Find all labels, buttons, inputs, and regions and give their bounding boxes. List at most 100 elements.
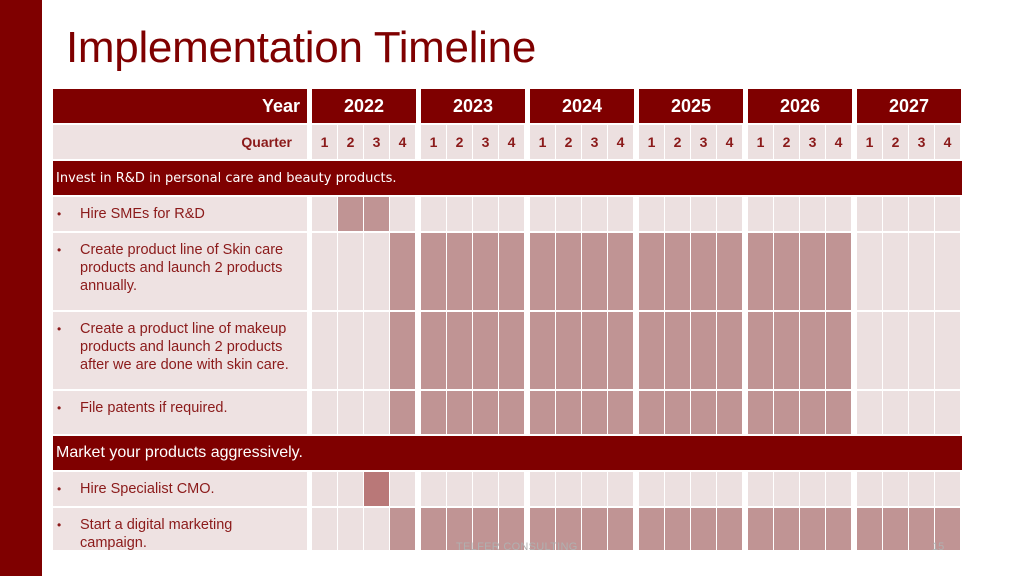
- timeline-cell: [499, 472, 524, 506]
- timeline-cell-active: [390, 508, 415, 550]
- timeline-cell-active: [421, 508, 446, 550]
- quarter-cell: 4: [390, 125, 415, 159]
- timeline-cell: [774, 472, 799, 506]
- timeline-cell-active: [447, 233, 472, 310]
- timeline-cell: [364, 312, 389, 389]
- timeline-cell-active: [774, 233, 799, 310]
- quarter-cell: 1: [639, 125, 664, 159]
- timeline-cell-active: [499, 312, 524, 389]
- bullet-icon: •: [57, 482, 62, 496]
- task-label: Hire Specialist CMO.: [80, 481, 215, 497]
- timeline-cell: [338, 391, 363, 434]
- timeline-cell-active: [665, 233, 690, 310]
- task-label-cell: • Create a product line of makeup product…: [53, 312, 307, 389]
- timeline-cell: [639, 472, 664, 506]
- timeline-cell: [883, 197, 908, 231]
- task-label-cell: • File patents if required.: [53, 391, 307, 434]
- timeline-cell-active: [691, 508, 716, 550]
- timeline-cell: [857, 233, 882, 310]
- timeline-cell: [909, 472, 934, 506]
- timeline-cell: [748, 472, 773, 506]
- timeline-cell: [312, 197, 337, 231]
- timeline-cell-active: [608, 233, 633, 310]
- timeline-cell-active: [826, 233, 851, 310]
- timeline-cell-active: [691, 391, 716, 434]
- timeline-cell-active: [582, 312, 607, 389]
- task-row: • Hire Specialist CMO.: [53, 472, 962, 506]
- timeline-cell-active: [665, 391, 690, 434]
- timeline-cell: [935, 472, 960, 506]
- timeline-cell: [883, 312, 908, 389]
- timeline-cell-active: [691, 312, 716, 389]
- timeline-cell: [935, 391, 960, 434]
- side-accent-bar: [0, 0, 42, 576]
- timeline-cell-active: [774, 508, 799, 550]
- quarter-cell: 1: [857, 125, 882, 159]
- task-label: Create a product line of makeup products…: [80, 321, 289, 373]
- timeline-cell-active: [748, 233, 773, 310]
- task-row: • File patents if required.: [53, 391, 962, 434]
- timeline-cell: [473, 472, 498, 506]
- quarter-cell: 4: [935, 125, 960, 159]
- timeline-cell-active: [800, 508, 825, 550]
- year-header-2024: 2024: [530, 89, 634, 123]
- quarter-cell: 4: [717, 125, 742, 159]
- timeline-cell-active: [717, 312, 742, 389]
- timeline-cell: [447, 197, 472, 231]
- timeline-cell-active: [447, 312, 472, 389]
- section-header: Invest in R&D in personal care and beaut…: [53, 161, 962, 195]
- quarter-cell: 1: [530, 125, 555, 159]
- timeline-cell-active: [530, 312, 555, 389]
- quarter-cell: 3: [473, 125, 498, 159]
- timeline-cell: [556, 197, 581, 231]
- quarter-cell: 3: [582, 125, 607, 159]
- quarter-cell: 2: [883, 125, 908, 159]
- timeline-cell: [312, 472, 337, 506]
- timeline-cell-active: [639, 312, 664, 389]
- timeline-cell-active: [774, 312, 799, 389]
- quarter-cell: 3: [909, 125, 934, 159]
- timeline-cell: [473, 197, 498, 231]
- quarter-cell: 4: [608, 125, 633, 159]
- task-row: • Create product line of Skin care produc…: [53, 233, 962, 310]
- year-label: Year: [53, 89, 307, 123]
- timeline-cell-active: [390, 233, 415, 310]
- task-label-cell: • Hire Specialist CMO.: [53, 472, 307, 506]
- timeline-cell: [338, 472, 363, 506]
- timeline-cell: [556, 472, 581, 506]
- timeline-cell: [499, 197, 524, 231]
- task-label-cell: • Create product line of Skin care produc…: [53, 233, 307, 310]
- timeline-cell-active: [826, 312, 851, 389]
- timeline-cell: [883, 391, 908, 434]
- timeline-cell: [883, 472, 908, 506]
- quarter-cell: 4: [499, 125, 524, 159]
- section-title: Invest in R&D in personal care and beaut…: [56, 170, 397, 186]
- timeline-cell-active: [883, 508, 908, 550]
- quarter-cell: 3: [691, 125, 716, 159]
- timeline-cell-active: [421, 391, 446, 434]
- timeline-cell-active: [582, 233, 607, 310]
- timeline-cell: [665, 472, 690, 506]
- timeline-cell-active: [364, 472, 389, 506]
- quarter-cell: 2: [338, 125, 363, 159]
- timeline-cell: [909, 391, 934, 434]
- timeline-cell-active: [857, 508, 882, 550]
- timeline-cell: [800, 472, 825, 506]
- year-header-row: Year 2022 2023 2024 2025 2026 2027: [53, 89, 962, 123]
- timeline-cell-active: [473, 312, 498, 389]
- timeline-cell-active: [639, 508, 664, 550]
- timeline-cell: [608, 472, 633, 506]
- quarter-cell: 4: [826, 125, 851, 159]
- task-label-cell: • Start a digital marketing campaign.: [53, 508, 307, 551]
- timeline-cell-active: [499, 391, 524, 434]
- timeline-cell-active: [608, 312, 633, 389]
- quarter-cell: 3: [800, 125, 825, 159]
- timeline-cell-active: [774, 391, 799, 434]
- timeline-cell: [665, 197, 690, 231]
- timeline-cell: [909, 312, 934, 389]
- quarter-cell: 3: [364, 125, 389, 159]
- timeline-cell-active: [717, 508, 742, 550]
- task-row: • Hire SMEs for R&D: [53, 197, 962, 231]
- quarter-header-row: Quarter 1 2 3 4 1 2 3 4 1 2 3 4 1 2 3 4 1 2 3 4 1 2 3 4: [53, 125, 962, 159]
- timeline-cell: [909, 197, 934, 231]
